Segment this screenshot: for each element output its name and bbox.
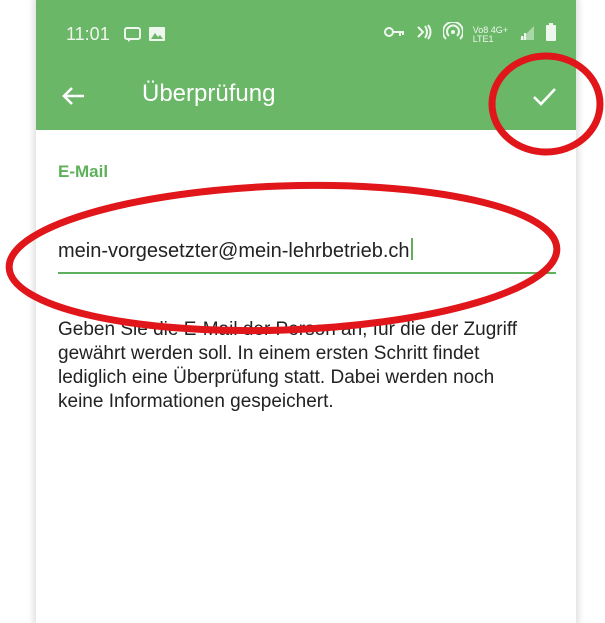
signal-icon bbox=[518, 24, 536, 45]
vpn-key-icon bbox=[383, 25, 405, 44]
arrow-left-icon[interactable] bbox=[60, 82, 88, 110]
nfc-icon bbox=[415, 23, 433, 46]
volte-icon: Vo8 4G+ LTE1 bbox=[472, 25, 508, 44]
app-bar: Überprüfung bbox=[36, 62, 576, 130]
email-label: E-Mail bbox=[58, 162, 109, 181]
email-field-value: mein-vorgesetzter@mein-lehrbetrieb.ch bbox=[58, 238, 413, 263]
phone-screen: 11:01 Vo8 4G+ LTE1 Überprüfung E-Mail me… bbox=[36, 0, 576, 623]
email-value-text: mein-vorgesetzter@mein-lehrbetrieb.ch bbox=[58, 240, 410, 262]
check-icon[interactable] bbox=[530, 82, 558, 110]
status-time: 11:01 bbox=[66, 24, 110, 44]
battery-icon bbox=[546, 23, 556, 46]
status-right-icons: Vo8 4G+ LTE1 bbox=[383, 20, 556, 47]
text-caret bbox=[410, 238, 413, 260]
hotspot-icon bbox=[441, 20, 464, 47]
gallery-icon bbox=[148, 26, 166, 47]
lte-label: LTE1 bbox=[472, 33, 494, 44]
message-icon bbox=[124, 26, 142, 47]
page-title: Überprüfung bbox=[142, 80, 276, 107]
helper-text: Geben Sie die E-Mail der Person an, für … bbox=[58, 319, 518, 412]
status-bar: 11:01 Vo8 4G+ LTE1 bbox=[36, 0, 576, 62]
status-left-icons bbox=[124, 26, 166, 47]
